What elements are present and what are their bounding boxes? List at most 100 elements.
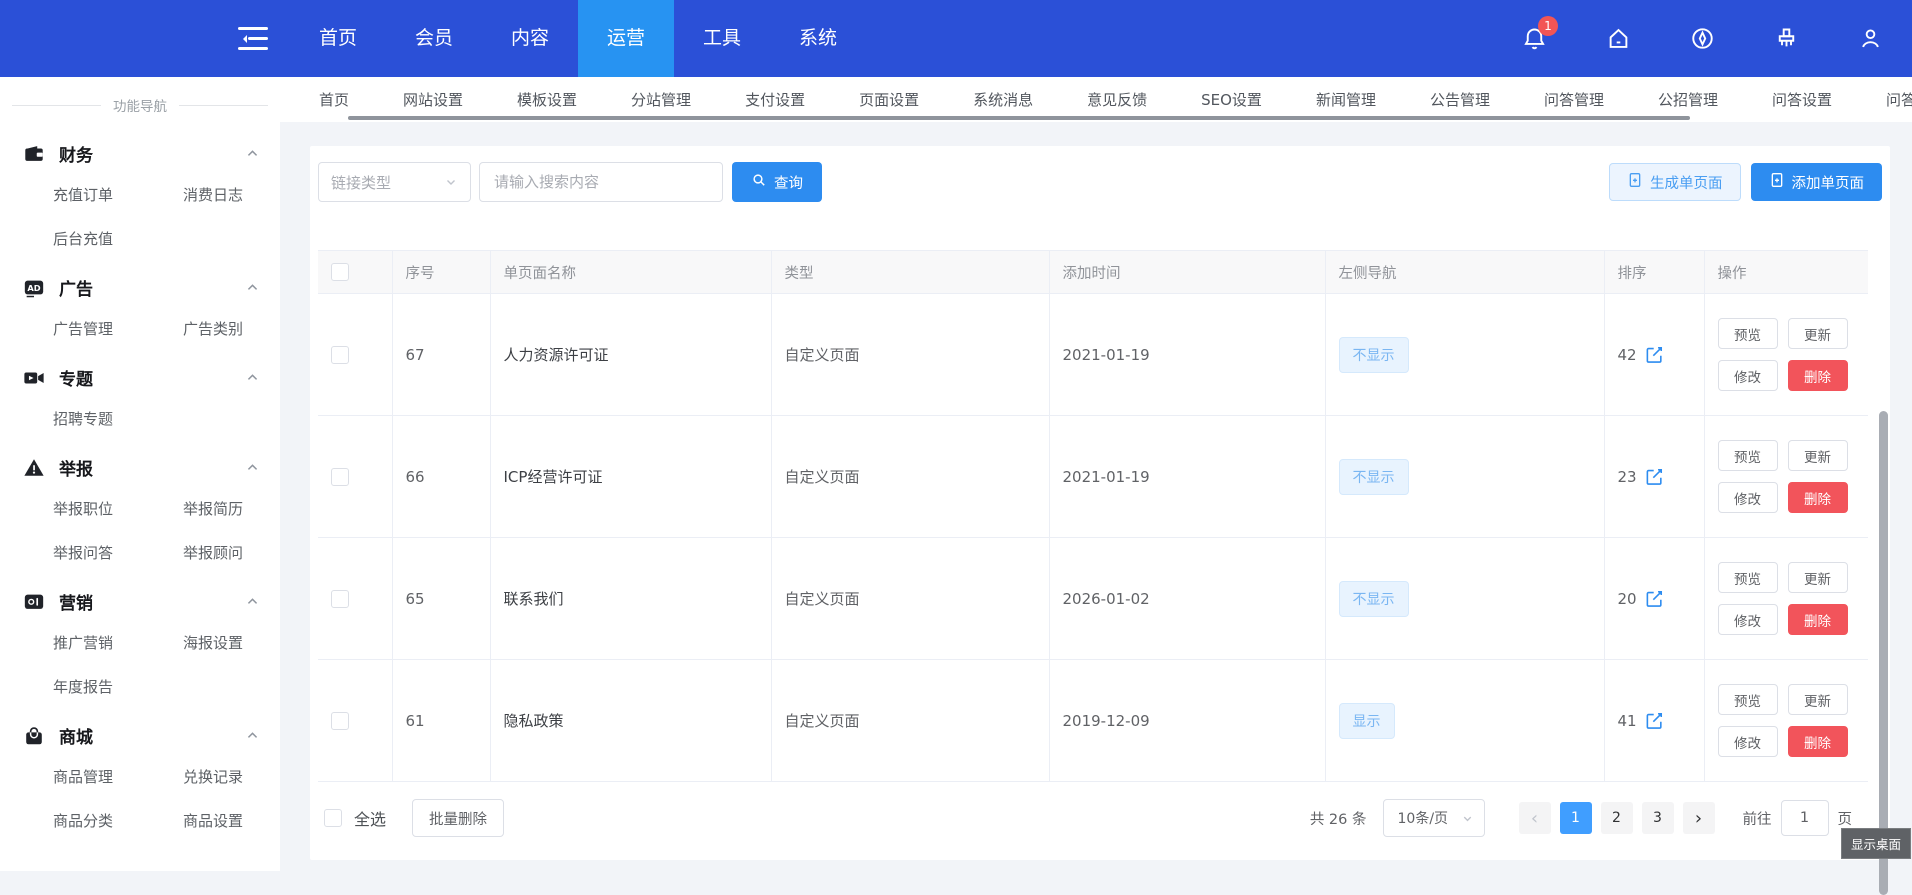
preview-button[interactable]: 预览 <box>1718 440 1778 471</box>
subnav-item-页面设置[interactable]: 页面设置 <box>832 89 946 110</box>
notification-bell-icon[interactable]: 1 <box>1492 0 1576 77</box>
edit-sort-icon[interactable] <box>1645 345 1664 364</box>
table-scrollbar[interactable] <box>1879 411 1888 895</box>
sidebar-item-举报简历[interactable]: 举报简历 <box>183 498 280 519</box>
modify-button[interactable]: 修改 <box>1718 482 1778 513</box>
sidebar-group-header-专题[interactable]: 专题 <box>0 365 280 390</box>
sidebar-item-充值订单[interactable]: 充值订单 <box>53 184 183 205</box>
modify-button[interactable]: 修改 <box>1718 604 1778 635</box>
sidebar-item-举报职位[interactable]: 举报职位 <box>53 498 183 519</box>
goto-page-input[interactable] <box>1781 800 1829 836</box>
sidebar-item-推广营销[interactable]: 推广营销 <box>53 632 183 653</box>
table-row: 67人力资源许可证自定义页面2021-01-19不显示42预览更新修改删除 <box>318 294 1868 416</box>
edit-sort-icon[interactable] <box>1645 467 1664 486</box>
topnav-item-内容[interactable]: 内容 <box>482 0 578 77</box>
modify-button[interactable]: 修改 <box>1718 726 1778 757</box>
modify-button[interactable]: 修改 <box>1718 360 1778 391</box>
topnav-item-工具[interactable]: 工具 <box>674 0 770 77</box>
update-button[interactable]: 更新 <box>1788 684 1848 715</box>
sidebar-item-海报设置[interactable]: 海报设置 <box>183 632 280 653</box>
sidebar-item-商品分类[interactable]: 商品分类 <box>53 810 183 831</box>
delete-button[interactable]: 删除 <box>1788 604 1848 635</box>
preview-button[interactable]: 预览 <box>1718 318 1778 349</box>
page-button-2[interactable]: 2 <box>1601 802 1633 834</box>
search-input[interactable] <box>479 162 723 202</box>
subnav-item-新闻管理[interactable]: 新闻管理 <box>1289 89 1403 110</box>
subnav-item-SEO设置[interactable]: SEO设置 <box>1174 89 1289 110</box>
subnav-item-问答类别[interactable]: 问答类别 <box>1859 89 1912 110</box>
row-nav-cell: 不显示 <box>1325 538 1604 660</box>
sidebar-item-广告管理[interactable]: 广告管理 <box>53 318 183 339</box>
sidebar-group-items: 推广营销海报设置年度报告 <box>0 632 280 697</box>
sidebar-group-header-财务[interactable]: 财务 <box>0 141 280 166</box>
prev-page-button[interactable]: ‹ <box>1519 802 1551 834</box>
sidebar-group-header-商城[interactable]: 商城 <box>0 723 280 748</box>
select-all-checkbox[interactable] <box>324 809 342 827</box>
add-page-button[interactable]: 添加单页面 <box>1751 163 1883 201</box>
row-checkbox[interactable] <box>331 590 349 608</box>
subnav-item-系统消息[interactable]: 系统消息 <box>946 89 1060 110</box>
subnav-item-首页[interactable]: 首页 <box>292 89 376 110</box>
sidebar-group-header-广告[interactable]: AD广告 <box>0 275 280 300</box>
link-type-select[interactable]: 链接类型 <box>318 162 471 202</box>
topnav-item-会员[interactable]: 会员 <box>386 0 482 77</box>
subnav-item-支付设置[interactable]: 支付设置 <box>718 89 832 110</box>
delete-button[interactable]: 删除 <box>1788 726 1848 757</box>
subnav-item-模板设置[interactable]: 模板设置 <box>490 89 604 110</box>
update-button[interactable]: 更新 <box>1788 440 1848 471</box>
delete-button[interactable]: 删除 <box>1788 360 1848 391</box>
update-button[interactable]: 更新 <box>1788 318 1848 349</box>
sidebar-group-header-营销[interactable]: 营销 <box>0 589 280 614</box>
sidebar-item-兑换记录[interactable]: 兑换记录 <box>183 766 280 787</box>
subnav-item-分站管理[interactable]: 分站管理 <box>604 89 718 110</box>
row-checkbox[interactable] <box>331 468 349 486</box>
subnav-item-网站设置[interactable]: 网站设置 <box>376 89 490 110</box>
row-checkbox[interactable] <box>331 712 349 730</box>
subnav-item-意见反馈[interactable]: 意见反馈 <box>1060 89 1174 110</box>
generate-page-button[interactable]: 生成单页面 <box>1609 163 1741 201</box>
sidebar-item-年度报告[interactable]: 年度报告 <box>53 676 183 697</box>
preview-button[interactable]: 预览 <box>1718 684 1778 715</box>
topnav-item-系统[interactable]: 系统 <box>770 0 866 77</box>
preview-button[interactable]: 预览 <box>1718 562 1778 593</box>
sidebar-item-广告类别[interactable]: 广告类别 <box>183 318 280 339</box>
user-icon[interactable] <box>1828 0 1912 77</box>
search-button[interactable]: 查询 <box>732 162 822 202</box>
topnav-item-运营[interactable]: 运营 <box>578 0 674 77</box>
row-sort-cell: 20 <box>1604 538 1704 660</box>
sidebar-item-商品设置[interactable]: 商品设置 <box>183 810 280 831</box>
sidebar-group-营销: 营销推广营销海报设置年度报告 <box>0 589 280 697</box>
sidebar-item-举报问答[interactable]: 举报问答 <box>53 542 183 563</box>
subnav-item-问答管理[interactable]: 问答管理 <box>1517 89 1631 110</box>
update-button[interactable]: 更新 <box>1788 562 1848 593</box>
subnav-scrollbar[interactable] <box>348 116 1690 120</box>
row-checkbox[interactable] <box>331 346 349 364</box>
sidebar-item-举报顾问[interactable]: 举报顾问 <box>183 542 280 563</box>
delete-button[interactable]: 删除 <box>1788 482 1848 513</box>
next-page-button[interactable]: › <box>1683 802 1715 834</box>
row-actions: 预览更新修改删除 <box>1718 318 1869 391</box>
sidebar-item-后台充值[interactable]: 后台充值 <box>53 228 183 249</box>
subnav-item-公告管理[interactable]: 公告管理 <box>1403 89 1517 110</box>
clear-cache-brush-icon[interactable] <box>1744 0 1828 77</box>
subnav-item-问答设置[interactable]: 问答设置 <box>1745 89 1859 110</box>
sidebar-item-消费日志[interactable]: 消费日志 <box>183 184 280 205</box>
page-size-select[interactable]: 10条/页 <box>1383 799 1485 837</box>
sidebar-item-商品管理[interactable]: 商品管理 <box>53 766 183 787</box>
row-date-cell: 2026-01-02 <box>1049 538 1325 660</box>
edit-sort-icon[interactable] <box>1645 711 1664 730</box>
collapse-menu-icon[interactable] <box>238 27 268 51</box>
compass-icon[interactable] <box>1660 0 1744 77</box>
sidebar-group-header-举报[interactable]: 举报 <box>0 455 280 480</box>
page-button-1[interactable]: 1 <box>1560 802 1592 834</box>
header-checkbox[interactable] <box>331 263 349 281</box>
row-id-cell: 61 <box>392 660 490 782</box>
subnav-item-公招管理[interactable]: 公招管理 <box>1631 89 1745 110</box>
home-icon[interactable] <box>1576 0 1660 77</box>
edit-sort-icon[interactable] <box>1645 589 1664 608</box>
topnav-item-首页[interactable]: 首页 <box>290 0 386 77</box>
sidebar-item-招聘专题[interactable]: 招聘专题 <box>53 408 183 429</box>
sidebar-group-items: 充值订单消费日志后台充值 <box>0 184 280 249</box>
page-button-3[interactable]: 3 <box>1642 802 1674 834</box>
batch-delete-button[interactable]: 批量删除 <box>412 799 504 837</box>
